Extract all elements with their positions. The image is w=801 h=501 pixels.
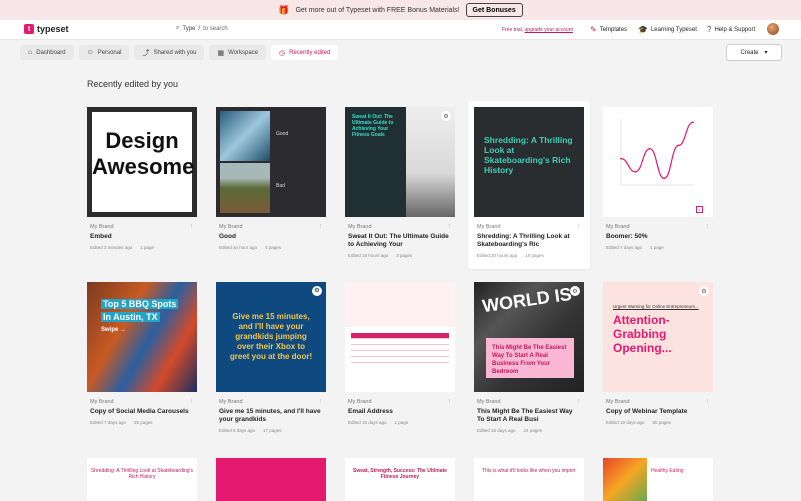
more-options-icon[interactable]: ⋮ bbox=[189, 399, 195, 405]
section-title: Recently edited by you bbox=[87, 79, 179, 89]
gift-icon: 🎁 bbox=[278, 4, 290, 15]
card-thumbnail[interactable] bbox=[345, 282, 455, 392]
page-count: 25 pages bbox=[134, 420, 153, 425]
card-thumbnail[interactable]: Sweat It Out: The Ultimate Guide to Achi… bbox=[345, 107, 455, 217]
trial-notice: Free trial, upgrade your account bbox=[502, 27, 573, 33]
more-options-icon[interactable]: ⋮ bbox=[576, 224, 582, 230]
document-card[interactable]: Urgent Warning for Online Entrepreneurs.… bbox=[603, 282, 713, 447]
logo[interactable]: t typeset bbox=[24, 24, 69, 34]
card-thumbnail[interactable]: Good Bad bbox=[216, 107, 326, 217]
gear-icon[interactable]: ⚙ bbox=[699, 286, 709, 296]
tab-shared[interactable]: ⤴ Shared with you bbox=[134, 45, 205, 60]
typeset-logo-icon: t bbox=[24, 24, 34, 34]
more-options-icon[interactable]: ⋮ bbox=[318, 224, 324, 230]
gear-icon[interactable]: ⚙ bbox=[312, 286, 322, 296]
gear-icon[interactable]: ⚙ bbox=[570, 286, 580, 296]
more-options-icon[interactable]: ⋮ bbox=[705, 224, 711, 230]
create-button[interactable]: Create ▾ bbox=[726, 44, 782, 61]
search-icon: ⌕ bbox=[176, 25, 180, 31]
templates-link[interactable]: ✎ Templates bbox=[590, 25, 627, 34]
card-thumbnail[interactable] bbox=[216, 458, 326, 501]
help-icon: ? bbox=[707, 25, 712, 34]
card-thumbnail[interactable]: Shredding: A Thrilling Look at Skateboar… bbox=[87, 458, 197, 501]
document-card[interactable]: Good Bad My Brand ⋮ Good Edited an hour a… bbox=[216, 107, 326, 272]
more-options-icon[interactable]: ⋮ bbox=[447, 224, 453, 230]
search-input[interactable]: ⌕ Type / to search bbox=[176, 25, 228, 32]
page-count: 50 pages bbox=[652, 420, 672, 425]
more-options-icon[interactable]: ⋮ bbox=[447, 399, 453, 405]
tab-personal[interactable]: ☺ Personal bbox=[78, 45, 130, 60]
card-thumbnail[interactable]: Give me 15 minutes, and I'll have your g… bbox=[216, 282, 326, 392]
banner-text: Get more out of Typeset with FREE Bonus … bbox=[295, 6, 460, 14]
chevron-down-icon: ▾ bbox=[764, 50, 768, 56]
filter-tabs: ⌂ Dashboard ☺ Personal ⤴ Shared with you ▦ W… bbox=[20, 45, 339, 60]
chart-point bbox=[634, 170, 637, 173]
document-card[interactable]: Sweat It Out: The Ultimate Guide to Achi… bbox=[345, 107, 455, 272]
card-thumbnail[interactable]: t bbox=[603, 107, 713, 217]
user-icon: ☺ bbox=[86, 49, 94, 56]
page-count: 10 pages bbox=[525, 253, 544, 258]
boomer-line-chart bbox=[620, 119, 694, 186]
home-icon: ⌂ bbox=[28, 49, 33, 56]
promo-banner: 🎁 Get more out of Typeset with FREE Bonu… bbox=[0, 0, 801, 20]
document-card[interactable]: WORLD IS This Might Be The Easiest Way T… bbox=[474, 282, 584, 447]
tab-recently-edited[interactable]: ◷ Recently edited bbox=[271, 45, 339, 60]
more-options-icon[interactable]: ⋮ bbox=[318, 399, 324, 405]
card-thumbnail[interactable]: WORLD IS This Might Be The Easiest Way T… bbox=[474, 282, 584, 392]
document-card[interactable]: My Brand ⋮ Email Address Edited 15 days a… bbox=[345, 282, 455, 447]
graduation-cap-icon: 🎓 bbox=[638, 25, 648, 34]
document-card[interactable]: Top 5 BBQ Spots In Austin, TX Swipe → My… bbox=[87, 282, 197, 447]
share-icon: ⤴ bbox=[142, 49, 150, 57]
help-support-link[interactable]: ? Help & Support bbox=[707, 25, 755, 34]
chart-point bbox=[692, 121, 694, 124]
chart-series-line bbox=[620, 121, 694, 180]
tab-workspace[interactable]: ▦ Workspace bbox=[209, 45, 266, 60]
typeset-badge-icon: t bbox=[696, 206, 703, 213]
chart-point bbox=[620, 157, 622, 160]
chart-point bbox=[648, 147, 651, 150]
chart-point bbox=[663, 177, 666, 180]
page-count: 24 pages bbox=[523, 428, 543, 433]
document-card[interactable]: Give me 15 minutes, and I'll have your g… bbox=[216, 282, 326, 447]
document-card[interactable]: t My Brand ⋮ Boomer: 50% Edited 7 days ag… bbox=[603, 107, 713, 272]
card-thumbnail[interactable]: Healthy Eating bbox=[603, 458, 713, 501]
card-thumbnail[interactable]: Sweat, Strength, Success: The Ultimate F… bbox=[345, 458, 455, 501]
get-bonuses-button[interactable]: Get Bonuses bbox=[465, 3, 523, 17]
learning-typeset-link[interactable]: 🎓 Learning Typeset bbox=[638, 25, 697, 34]
page-count: 4 pages bbox=[265, 245, 282, 250]
page-count: 17 pages bbox=[263, 428, 282, 433]
document-card[interactable]: Shredding: A Thrilling Look at Skateboar… bbox=[468, 101, 590, 269]
card-thumbnail[interactable]: Top 5 BBQ Spots In Austin, TX Swipe → bbox=[87, 282, 197, 392]
more-options-icon[interactable]: ⋮ bbox=[705, 399, 711, 405]
gear-icon[interactable]: ⚙ bbox=[441, 111, 451, 121]
more-options-icon[interactable]: ⋮ bbox=[189, 224, 195, 230]
tab-dashboard[interactable]: ⌂ Dashboard bbox=[20, 45, 74, 60]
page-count: 1 page bbox=[140, 245, 155, 250]
top-bar: t typeset ⌕ Type / to search Free trial,… bbox=[0, 20, 801, 40]
card-thumbnail[interactable]: Urgent Warning for Online Entrepreneurs.… bbox=[603, 282, 713, 392]
building-icon: ▦ bbox=[217, 49, 225, 57]
upgrade-link[interactable]: upgrade your account bbox=[525, 27, 573, 33]
page-count: 3 pages bbox=[396, 253, 413, 258]
avatar[interactable] bbox=[767, 23, 779, 35]
document-card[interactable]: Design Awesome My Brand ⋮ Embed Edited 3 … bbox=[87, 107, 197, 272]
more-options-icon[interactable]: ⋮ bbox=[576, 399, 582, 405]
clock-icon: ◷ bbox=[279, 49, 286, 57]
page-count: 1 page bbox=[394, 420, 409, 425]
card-thumbnail[interactable]: Shredding: A Thrilling Look at Skateboar… bbox=[474, 107, 584, 217]
chart-point bbox=[677, 144, 680, 147]
page-count: 1 page bbox=[650, 245, 664, 250]
wand-icon: ✎ bbox=[590, 25, 597, 34]
card-thumbnail[interactable]: This is what it'll looks like when you i… bbox=[474, 458, 584, 501]
card-thumbnail[interactable]: Design Awesome bbox=[87, 107, 197, 217]
